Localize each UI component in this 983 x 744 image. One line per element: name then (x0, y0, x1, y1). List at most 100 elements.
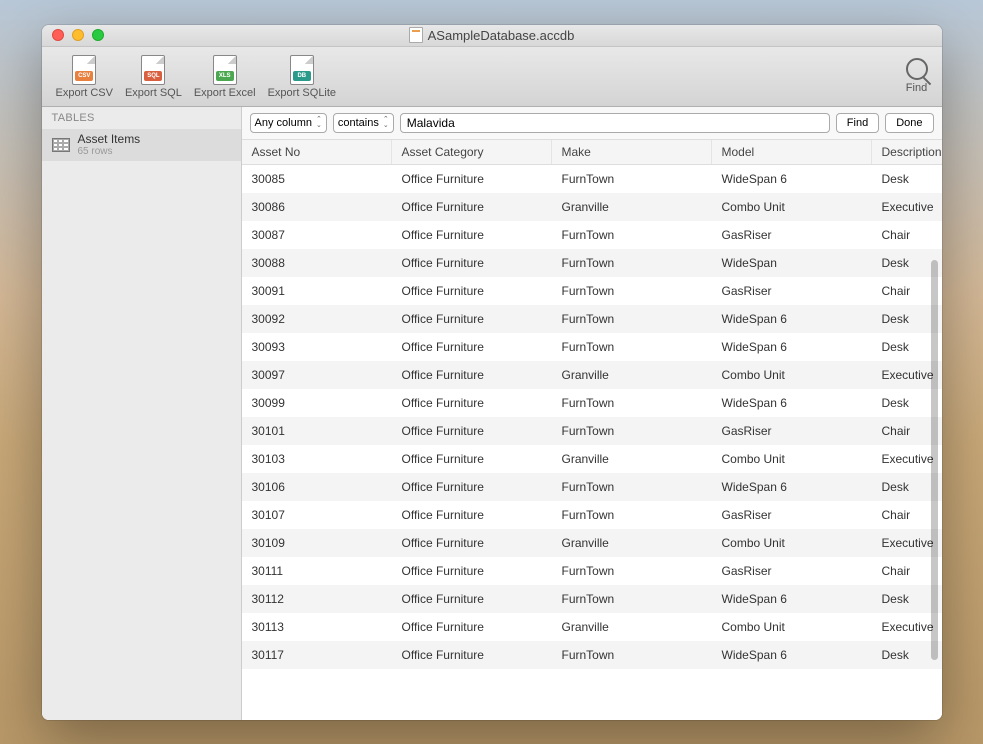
cell[interactable]: Office Furniture (392, 249, 552, 277)
cell[interactable]: FurnTown (552, 249, 712, 277)
cell[interactable]: GasRiser (712, 557, 872, 585)
cell[interactable]: Granville (552, 529, 712, 557)
cell[interactable]: 30091 (242, 277, 392, 305)
cell[interactable]: 30099 (242, 389, 392, 417)
cell[interactable]: WideSpan (712, 249, 872, 277)
export-sql-button[interactable]: SQL Export SQL (119, 52, 188, 101)
search-input[interactable] (400, 113, 830, 133)
table-row[interactable]: 30109Office FurnitureGranvilleCombo Unit… (242, 529, 942, 557)
cell[interactable]: FurnTown (552, 305, 712, 333)
cell[interactable]: 30093 (242, 333, 392, 361)
find-action-button[interactable]: Find (836, 113, 879, 133)
minimize-button[interactable] (72, 29, 84, 41)
cell[interactable]: GasRiser (712, 221, 872, 249)
cell[interactable]: Granville (552, 445, 712, 473)
table-row[interactable]: 30111Office FurnitureFurnTownGasRiserCha… (242, 557, 942, 585)
col-asset-no[interactable]: Asset No (242, 140, 392, 164)
cell[interactable]: GasRiser (712, 417, 872, 445)
cell[interactable]: Office Furniture (392, 333, 552, 361)
col-asset-category[interactable]: Asset Category (392, 140, 552, 164)
cell[interactable]: FurnTown (552, 389, 712, 417)
table-row[interactable]: 30103Office FurnitureGranvilleCombo Unit… (242, 445, 942, 473)
cell[interactable]: GasRiser (712, 501, 872, 529)
cell[interactable]: 30101 (242, 417, 392, 445)
cell[interactable]: FurnTown (552, 221, 712, 249)
cell[interactable]: 30106 (242, 473, 392, 501)
cell[interactable]: Office Furniture (392, 445, 552, 473)
cell[interactable]: Desk (872, 165, 942, 193)
table-row[interactable]: 30088Office FurnitureFurnTownWideSpanDes… (242, 249, 942, 277)
cell[interactable]: 30092 (242, 305, 392, 333)
cell[interactable]: Office Furniture (392, 389, 552, 417)
cell[interactable]: Granville (552, 361, 712, 389)
zoom-button[interactable] (92, 29, 104, 41)
condition-select[interactable]: contains (333, 113, 394, 133)
table-row[interactable]: 30086Office FurnitureGranvilleCombo Unit… (242, 193, 942, 221)
export-excel-button[interactable]: XLS Export Excel (188, 52, 262, 101)
cell[interactable]: 30111 (242, 557, 392, 585)
cell[interactable]: 30103 (242, 445, 392, 473)
col-make[interactable]: Make (552, 140, 712, 164)
cell[interactable]: FurnTown (552, 501, 712, 529)
table-row[interactable]: 30112Office FurnitureFurnTownWideSpan 6D… (242, 585, 942, 613)
sidebar-item-asset-items[interactable]: Asset Items 65 rows (42, 129, 241, 161)
cell[interactable]: WideSpan 6 (712, 641, 872, 669)
cell[interactable]: Office Furniture (392, 585, 552, 613)
cell[interactable]: Office Furniture (392, 361, 552, 389)
cell[interactable]: 30088 (242, 249, 392, 277)
col-model[interactable]: Model (712, 140, 872, 164)
col-description[interactable]: Description (872, 140, 942, 164)
cell[interactable]: Combo Unit (712, 361, 872, 389)
cell[interactable]: Office Furniture (392, 165, 552, 193)
cell[interactable]: 30109 (242, 529, 392, 557)
cell[interactable]: Granville (552, 193, 712, 221)
page-scrollbar[interactable] (930, 250, 939, 690)
find-button[interactable]: Find (900, 56, 934, 96)
cell[interactable]: WideSpan 6 (712, 305, 872, 333)
table-row[interactable]: 30106Office FurnitureFurnTownWideSpan 6D… (242, 473, 942, 501)
cell[interactable]: Office Furniture (392, 417, 552, 445)
cell[interactable]: 30085 (242, 165, 392, 193)
cell[interactable]: FurnTown (552, 557, 712, 585)
cell[interactable]: FurnTown (552, 333, 712, 361)
cell[interactable]: WideSpan 6 (712, 585, 872, 613)
cell[interactable]: 30112 (242, 585, 392, 613)
cell[interactable]: Combo Unit (712, 529, 872, 557)
table-row[interactable]: 30091Office FurnitureFurnTownGasRiserCha… (242, 277, 942, 305)
cell[interactable]: 30087 (242, 221, 392, 249)
table-row[interactable]: 30117Office FurnitureFurnTownWideSpan 6D… (242, 641, 942, 669)
cell[interactable]: Office Furniture (392, 501, 552, 529)
table-row[interactable]: 30097Office FurnitureGranvilleCombo Unit… (242, 361, 942, 389)
scrollbar-thumb[interactable] (931, 260, 938, 660)
table-row[interactable]: 30107Office FurnitureFurnTownGasRiserCha… (242, 501, 942, 529)
table-row[interactable]: 30101Office FurnitureFurnTownGasRiserCha… (242, 417, 942, 445)
cell[interactable]: Office Furniture (392, 613, 552, 641)
cell[interactable]: Office Furniture (392, 529, 552, 557)
export-csv-button[interactable]: CSV Export CSV (50, 52, 119, 101)
cell[interactable]: Office Furniture (392, 641, 552, 669)
table-row[interactable]: 30087Office FurnitureFurnTownGasRiserCha… (242, 221, 942, 249)
cell[interactable]: Combo Unit (712, 613, 872, 641)
cell[interactable]: FurnTown (552, 165, 712, 193)
cell[interactable]: Office Furniture (392, 193, 552, 221)
cell[interactable]: Granville (552, 613, 712, 641)
cell[interactable]: Office Furniture (392, 473, 552, 501)
cell[interactable]: 30097 (242, 361, 392, 389)
data-grid[interactable]: Asset No Asset Category Make Model Descr… (242, 140, 942, 720)
column-select[interactable]: Any column (250, 113, 327, 133)
cell[interactable]: Office Furniture (392, 221, 552, 249)
cell[interactable]: FurnTown (552, 473, 712, 501)
cell[interactable]: WideSpan 6 (712, 333, 872, 361)
cell[interactable]: WideSpan 6 (712, 473, 872, 501)
cell[interactable]: WideSpan 6 (712, 389, 872, 417)
cell[interactable]: 30113 (242, 613, 392, 641)
table-row[interactable]: 30093Office FurnitureFurnTownWideSpan 6D… (242, 333, 942, 361)
done-button[interactable]: Done (885, 113, 933, 133)
cell[interactable]: Chair (872, 221, 942, 249)
table-row[interactable]: 30085Office FurnitureFurnTownWideSpan 6D… (242, 165, 942, 193)
cell[interactable]: Combo Unit (712, 445, 872, 473)
cell[interactable]: 30086 (242, 193, 392, 221)
cell[interactable]: GasRiser (712, 277, 872, 305)
table-row[interactable]: 30099Office FurnitureFurnTownWideSpan 6D… (242, 389, 942, 417)
cell[interactable]: FurnTown (552, 277, 712, 305)
